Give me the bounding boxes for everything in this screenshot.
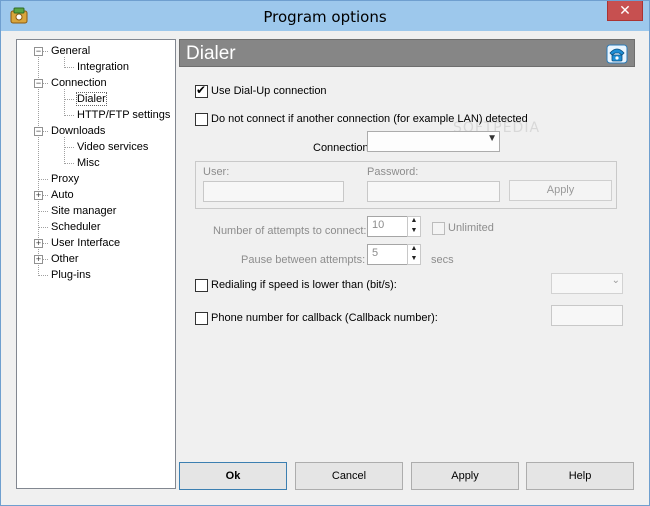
spin-down-icon[interactable]: ▼ bbox=[408, 227, 420, 237]
tree-connector bbox=[64, 163, 74, 164]
tree-item-connection[interactable]: Connection bbox=[51, 76, 107, 90]
panel-title: Dialer bbox=[186, 43, 236, 64]
tree-connector bbox=[64, 99, 74, 100]
collapse-icon[interactable]: − bbox=[34, 79, 43, 88]
tree-item-general[interactable]: General bbox=[51, 44, 90, 58]
apply-credentials-button[interactable]: Apply bbox=[509, 180, 612, 201]
cancel-button[interactable]: Cancel bbox=[295, 462, 403, 490]
tree-connector bbox=[38, 179, 48, 180]
tree-item-site-manager[interactable]: Site manager bbox=[51, 204, 116, 218]
window-title: Program options bbox=[263, 8, 387, 26]
tree-connector bbox=[64, 67, 74, 68]
callback-checkbox[interactable] bbox=[195, 312, 208, 325]
redial-label: Redialing if speed is lower than (bit/s)… bbox=[211, 279, 397, 291]
tree-item-dialer[interactable]: Dialer bbox=[76, 92, 107, 106]
expand-icon[interactable]: + bbox=[34, 191, 43, 200]
chevron-down-icon: ⌄ bbox=[611, 275, 620, 286]
redial-checkbox[interactable] bbox=[195, 279, 208, 292]
attempts-input[interactable]: 10 bbox=[367, 216, 409, 237]
tree-item-label: Site manager bbox=[51, 205, 117, 217]
password-input[interactable] bbox=[367, 181, 500, 202]
tree-item-integration[interactable]: Integration bbox=[77, 60, 129, 74]
tree-branch-line bbox=[64, 89, 65, 114]
tree-item-plug-ins[interactable]: Plug-ins bbox=[51, 268, 91, 282]
chevron-down-icon: ▼ bbox=[487, 133, 497, 144]
close-button[interactable]: ✕ bbox=[607, 1, 643, 21]
unlimited-checkbox[interactable] bbox=[432, 222, 445, 235]
tree-item-label: Auto bbox=[51, 189, 74, 201]
tree-connector bbox=[38, 227, 48, 228]
connection-label: Connection: bbox=[313, 142, 372, 154]
spin-down-icon[interactable]: ▼ bbox=[408, 255, 420, 265]
tree-item-label: User Interface bbox=[51, 237, 121, 249]
user-input[interactable] bbox=[203, 181, 344, 202]
expand-icon[interactable]: + bbox=[34, 239, 43, 248]
tree-item-video-services[interactable]: Video services bbox=[77, 140, 148, 154]
callback-label: Phone number for callback (Callback numb… bbox=[211, 312, 438, 324]
use-dialup-checkbox[interactable] bbox=[195, 83, 208, 98]
tree-branch-line bbox=[64, 137, 65, 162]
dialog-client: − General Integration − Connection Dialer HTTP… bbox=[8, 32, 642, 499]
tree-item-auto[interactable]: Auto bbox=[51, 188, 74, 202]
redial-speed-combo[interactable]: ⌄ bbox=[551, 273, 623, 294]
tree-connector bbox=[64, 147, 74, 148]
tree-item-http-ftp-settings[interactable]: HTTP/FTP settings bbox=[77, 108, 170, 122]
tree-item-proxy[interactable]: Proxy bbox=[51, 172, 79, 186]
options-tree[interactable]: − General Integration − Connection Dialer HTTP… bbox=[16, 39, 176, 489]
tree-item-label: Integration bbox=[77, 61, 129, 73]
tree-item-label: Connection bbox=[51, 77, 107, 89]
tree-connector bbox=[38, 275, 48, 276]
expand-icon[interactable]: + bbox=[34, 255, 43, 264]
user-label: User: bbox=[203, 166, 230, 178]
tree-item-other[interactable]: Other bbox=[51, 252, 79, 266]
tree-item-label: Downloads bbox=[51, 125, 106, 137]
collapse-icon[interactable]: − bbox=[34, 47, 43, 56]
unlimited-label: Unlimited bbox=[448, 222, 494, 234]
pause-unit: secs bbox=[431, 254, 454, 266]
tree-item-label: Other bbox=[51, 253, 79, 265]
no-connect-label: Do not connect if another connection (fo… bbox=[211, 113, 528, 125]
no-connect-checkbox[interactable] bbox=[195, 113, 208, 126]
attempts-label: Number of attempts to connect: bbox=[213, 225, 367, 237]
tree-connector bbox=[38, 211, 48, 212]
apply-button[interactable]: Apply bbox=[411, 462, 519, 490]
pause-input[interactable]: 5 bbox=[367, 244, 409, 265]
title-bar[interactable]: Program options ✕ bbox=[1, 1, 649, 31]
tree-item-label: Scheduler bbox=[51, 221, 101, 233]
tree-item-misc[interactable]: Misc bbox=[77, 156, 100, 170]
use-dialup-label: Use Dial-Up connection bbox=[211, 85, 327, 97]
callback-number-input[interactable] bbox=[551, 305, 623, 326]
attempts-value: 10 bbox=[372, 219, 385, 231]
tree-item-label: Video services bbox=[77, 141, 149, 153]
pause-label: Pause between attempts: bbox=[241, 254, 366, 266]
connection-combo[interactable]: ▼ bbox=[367, 131, 500, 152]
tree-item-label: Misc bbox=[77, 157, 100, 169]
attempts-spinner[interactable]: ▲ ▼ bbox=[407, 216, 421, 237]
ok-button[interactable]: Ok bbox=[179, 462, 287, 490]
password-label: Password: bbox=[367, 166, 419, 178]
spin-up-icon[interactable]: ▲ bbox=[408, 245, 420, 255]
pause-value: 5 bbox=[372, 247, 379, 259]
tree-item-scheduler[interactable]: Scheduler bbox=[51, 220, 101, 234]
tree-item-label: Plug-ins bbox=[51, 269, 91, 281]
tree-item-label: Proxy bbox=[51, 173, 80, 185]
help-button[interactable]: Help bbox=[526, 462, 634, 490]
dialer-panel: Dialer SOFTPEDIA Use Dial-Up connection … bbox=[179, 39, 635, 452]
program-options-window: Program options ✕ − General Integration − Co… bbox=[0, 0, 650, 506]
tree-item-label: General bbox=[51, 45, 91, 57]
phone-icon bbox=[606, 44, 628, 64]
collapse-icon[interactable]: − bbox=[34, 127, 43, 136]
panel-header: Dialer bbox=[179, 39, 635, 67]
spin-up-icon[interactable]: ▲ bbox=[408, 217, 420, 227]
tree-branch-line bbox=[64, 57, 65, 66]
tree-item-downloads[interactable]: Downloads bbox=[51, 124, 105, 138]
tree-item-label: HTTP/FTP settings bbox=[77, 109, 171, 121]
tree-item-user-interface[interactable]: User Interface bbox=[51, 236, 120, 250]
close-icon: ✕ bbox=[619, 2, 631, 18]
tree-item-label: Dialer bbox=[76, 92, 107, 106]
tree-connector bbox=[64, 115, 74, 116]
pause-spinner[interactable]: ▲ ▼ bbox=[407, 244, 421, 265]
